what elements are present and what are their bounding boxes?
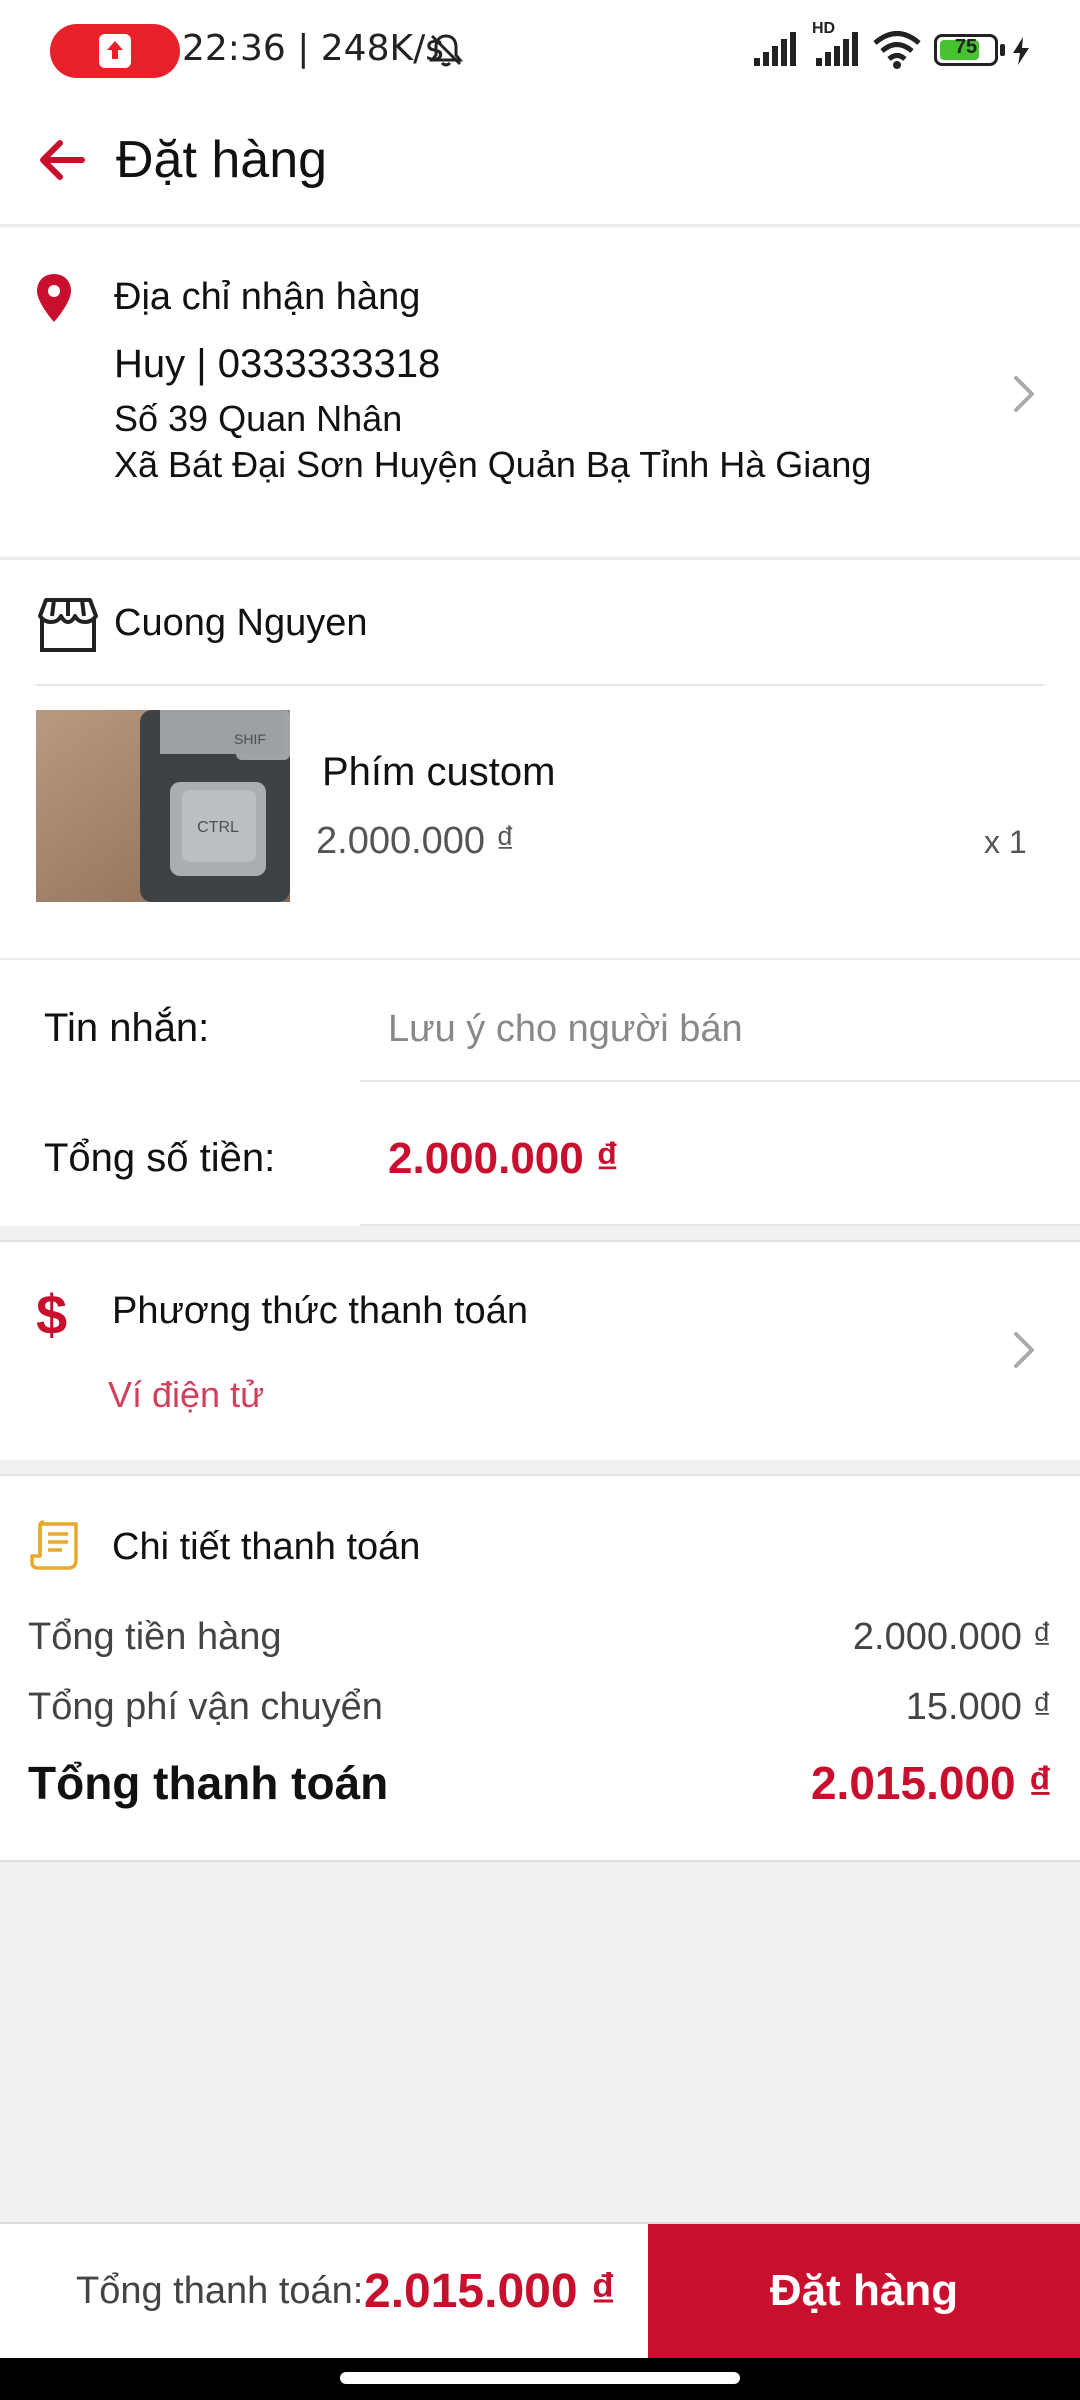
status-time-speed: 22:36 | 248K/s — [182, 28, 444, 69]
subtotal-value: 2.000.000 ₫ — [852, 1616, 1052, 1658]
back-arrow-icon[interactable] — [34, 132, 90, 188]
location-pin-icon — [37, 274, 71, 322]
shipping-fee-label: Tổng phí vận chuyển — [28, 1686, 383, 1728]
home-indicator[interactable] — [340, 2372, 740, 2384]
product-name[interactable]: Phím custom — [322, 750, 555, 795]
battery-level-text: 75 — [954, 36, 978, 58]
payment-details-title: Chi tiết thanh toán — [112, 1526, 421, 1568]
dollar-icon: $ — [36, 1283, 68, 1346]
grand-total-value: 2.015.000 ₫ — [810, 1757, 1052, 1809]
grand-total-label: Tổng thanh toán — [28, 1757, 389, 1809]
place-order-button[interactable]: Đặt hàng — [648, 2224, 1080, 2358]
message-section: Tin nhắn: Tổng số tiền: 2.000.000 ₫ — [0, 958, 1080, 1226]
system-navigation-bar — [0, 2358, 1080, 2400]
payment-details-section: Chi tiết thanh toán Tổng tiền hàng 2.000… — [0, 1474, 1080, 1862]
app-header: Đặt hàng — [0, 100, 1080, 226]
checkout-total-label: Tổng thanh toán: — [76, 2270, 364, 2312]
checkout-bar: Tổng thanh toán: 2.015.000 ₫ Đặt hàng — [0, 2222, 1080, 2358]
battery-cap — [1000, 44, 1005, 56]
mute-notification-icon — [428, 34, 464, 67]
delivery-address-section[interactable]: Địa chỉ nhận hàng Huy | 0333333318 Số 39… — [0, 228, 1080, 556]
shipping-fee-value: 15.000 ₫ — [905, 1686, 1052, 1728]
shop-section: Cuong Nguyen CTRL SHIF Phím custom 2.000… — [0, 558, 1080, 958]
upload-icon — [99, 34, 131, 68]
charging-icon — [1013, 37, 1029, 65]
payment-method-title: Phương thức thanh toán — [112, 1290, 528, 1332]
message-to-seller-input[interactable] — [360, 978, 1080, 1082]
order-total-value: 2.000.000 ₫ — [388, 1134, 619, 1183]
subtotal-label: Tổng tiền hàng — [28, 1616, 282, 1658]
recipient-name-phone: Huy | 0333333318 — [114, 342, 441, 386]
page-title: Đặt hàng — [116, 131, 328, 189]
product-image[interactable]: CTRL SHIF — [36, 710, 290, 902]
signal-icon-2 — [816, 32, 858, 66]
shop-name[interactable]: Cuong Nguyen — [114, 602, 368, 645]
screen-record-indicator[interactable] — [50, 24, 180, 78]
keycap-label-shift: SHIF — [234, 731, 266, 747]
product-quantity: x 1 — [984, 824, 1027, 860]
chevron-right-icon — [1014, 1332, 1034, 1368]
keycap-label-ctrl: CTRL — [197, 819, 239, 836]
payment-method-value: Ví điện tử — [108, 1374, 265, 1415]
divider — [36, 684, 1044, 686]
message-label: Tin nhắn: — [44, 1006, 210, 1050]
receipt-icon — [30, 1520, 78, 1570]
order-total-label: Tổng số tiền: — [44, 1136, 276, 1180]
address-line-2: Xã Bát Đại Sơn Huyện Quản Bạ Tỉnh Hà Gia… — [114, 444, 872, 485]
product-price: 2.000.000 ₫ — [316, 820, 516, 862]
wifi-icon — [873, 31, 921, 69]
address-title: Địa chỉ nhận hàng — [114, 276, 421, 318]
store-icon — [38, 598, 98, 652]
chevron-right-icon — [1014, 376, 1034, 412]
payment-method-section[interactable]: $ Phương thức thanh toán Ví điện tử — [0, 1240, 1080, 1460]
address-line-1: Số 39 Quan Nhân — [114, 398, 403, 439]
checkout-total-value: 2.015.000 ₫ — [364, 2265, 616, 2318]
status-bar: 22:36 | 248K/s HD 75 — [0, 0, 1080, 100]
signal-icon — [754, 32, 796, 66]
divider — [360, 1224, 1080, 1226]
